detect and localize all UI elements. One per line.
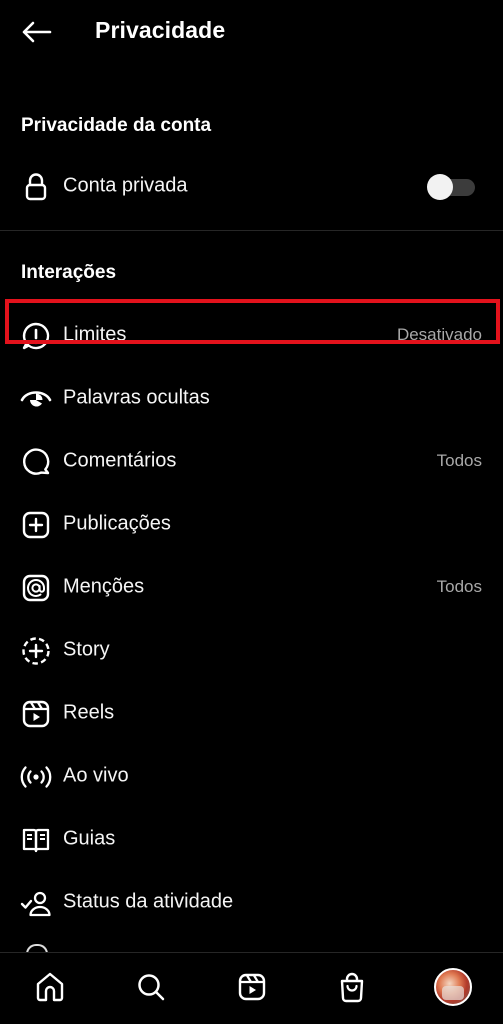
reels-icon: [238, 973, 266, 1001]
interaction-item-value: Todos: [436, 577, 482, 596]
interaction-item-mentions[interactable]: Menções Todos: [0, 557, 503, 617]
interaction-item-label: Story: [63, 638, 110, 661]
back-button[interactable]: [18, 14, 54, 50]
interaction-item-label: Guias: [63, 827, 116, 850]
section-title-interactions: Interações: [21, 262, 117, 283]
comment-icon: [19, 445, 53, 479]
toggle-knob: [427, 174, 453, 200]
interaction-item-hidden-words[interactable]: Palavras ocultas: [0, 368, 503, 428]
mention-icon: [19, 571, 53, 605]
profile-avatar: [434, 968, 472, 1006]
activity-status-icon: [19, 886, 53, 920]
story-icon: [19, 634, 53, 668]
top-bar: Privacidade: [0, 0, 503, 64]
interaction-item-reels[interactable]: Reels: [0, 683, 503, 743]
interaction-item-label: Status da atividade: [63, 890, 234, 913]
section-title-account-privacy: Privacidade da conta: [21, 115, 212, 136]
interaction-item-label: Menções: [63, 575, 145, 598]
live-icon: [19, 760, 53, 794]
plus-square-icon: [19, 508, 53, 542]
reels-icon: [19, 697, 53, 731]
nav-profile-button[interactable]: [431, 965, 475, 1009]
lock-icon: [19, 170, 53, 204]
interaction-item-label: Ao vivo: [63, 764, 129, 787]
interaction-item-activity-status[interactable]: Status da atividade: [0, 872, 503, 932]
page-title: Privacidade: [95, 17, 226, 43]
private-account-label: Conta privada: [63, 174, 188, 197]
nav-reels-button[interactable]: [230, 965, 274, 1009]
search-icon: [138, 974, 165, 1001]
hidden-words-icon: [19, 382, 53, 416]
nav-search-button[interactable]: [129, 965, 173, 1009]
interaction-item-label: Comentários: [63, 449, 177, 472]
private-account-toggle[interactable]: [427, 174, 476, 200]
interaction-item-label: Palavras ocultas: [63, 386, 210, 409]
shop-icon: [340, 972, 364, 1003]
arrow-left-icon: [22, 21, 52, 43]
interaction-item-guides[interactable]: Guias: [0, 809, 503, 869]
highlight-box: [5, 299, 500, 344]
interaction-item-label: Publicações: [63, 512, 171, 535]
home-icon: [36, 972, 64, 1002]
interaction-item-story[interactable]: Story: [0, 620, 503, 680]
nav-home-button[interactable]: [28, 965, 72, 1009]
nav-shop-button[interactable]: [330, 965, 374, 1009]
interaction-item-live[interactable]: Ao vivo: [0, 746, 503, 806]
section-divider: [0, 230, 503, 231]
interaction-item-label: Reels: [63, 701, 115, 724]
interaction-item-value: Todos: [436, 451, 482, 470]
interaction-item-comments[interactable]: Comentários Todos: [0, 431, 503, 491]
bottom-nav: [0, 952, 503, 1024]
interaction-item-posts[interactable]: Publicações: [0, 494, 503, 554]
guides-icon: [19, 823, 53, 857]
